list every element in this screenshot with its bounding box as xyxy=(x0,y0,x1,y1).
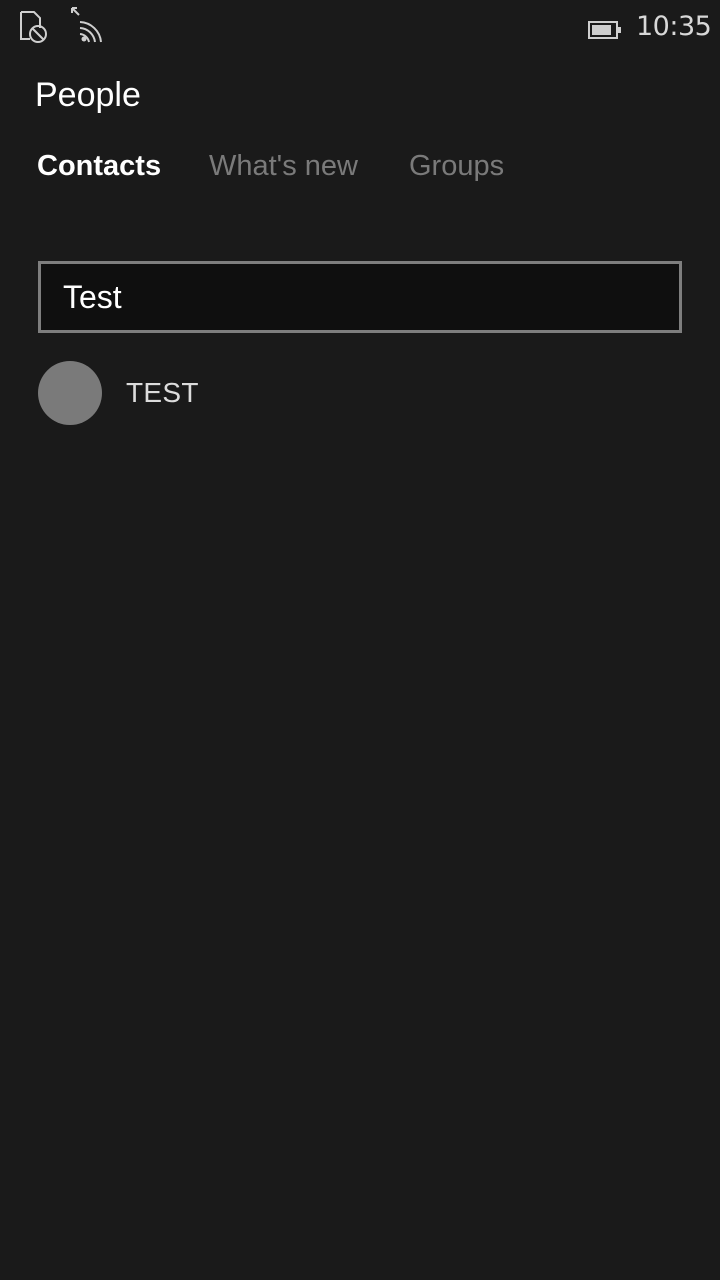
tab-whats-new[interactable]: What's new xyxy=(209,150,358,183)
clock: 10:35 xyxy=(636,11,712,42)
status-bar: 10:35 xyxy=(0,0,720,56)
contact-name: TEST xyxy=(126,377,199,408)
pivot-tabs: Contacts What's new Groups xyxy=(0,150,720,194)
page-title: People xyxy=(35,76,141,114)
avatar xyxy=(38,361,102,425)
search-input[interactable] xyxy=(41,264,679,330)
contact-list-item[interactable]: TEST xyxy=(38,361,678,425)
wifi-icon xyxy=(71,7,102,43)
search-box[interactable] xyxy=(38,261,682,333)
tab-groups[interactable]: Groups xyxy=(409,150,504,183)
no-sim-icon xyxy=(20,11,47,43)
tab-contacts[interactable]: Contacts xyxy=(37,150,161,183)
battery-icon xyxy=(588,21,621,39)
